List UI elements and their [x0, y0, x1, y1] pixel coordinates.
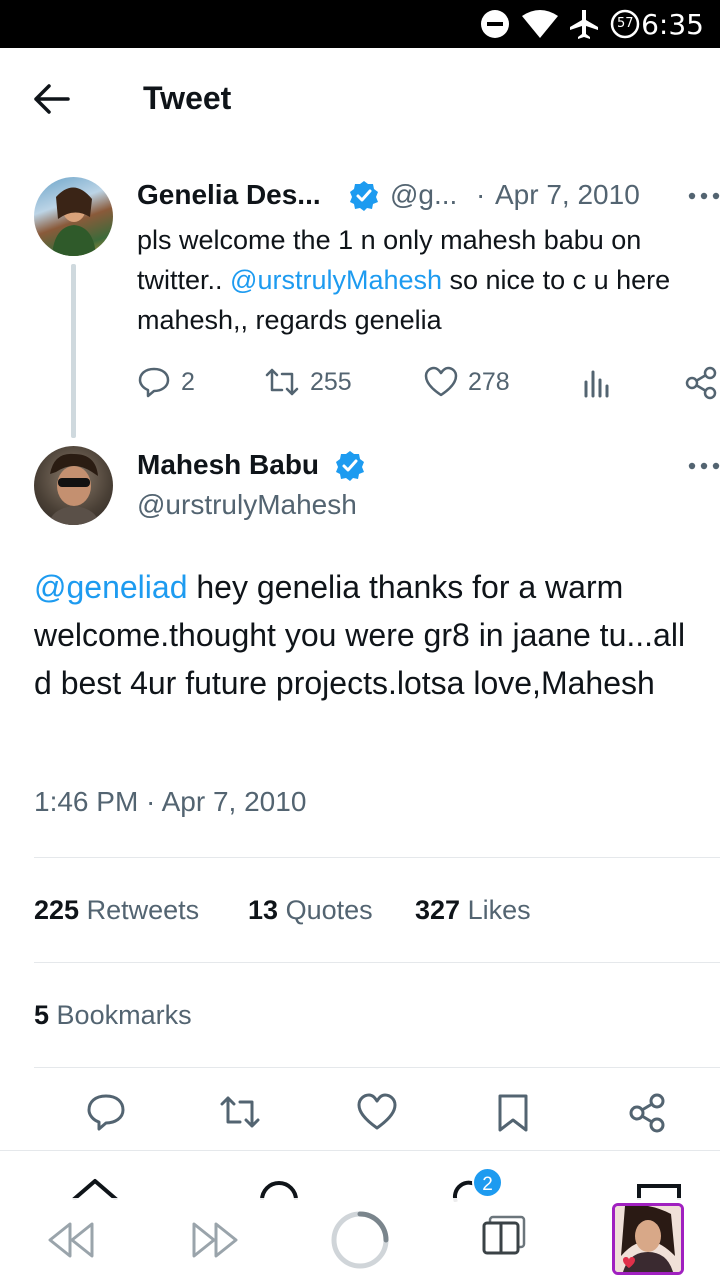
- date-separator: ·: [476, 179, 486, 210]
- fast-forward-icon[interactable]: [190, 1220, 240, 1260]
- loading-spinner-icon[interactable]: [330, 1210, 390, 1270]
- retweets-label: Retweets: [86, 895, 200, 925]
- page-title: Tweet: [143, 80, 232, 116]
- retweet-action[interactable]: 255: [264, 366, 352, 398]
- divider: [34, 962, 720, 963]
- heart-icon[interactable]: [357, 1093, 397, 1131]
- back-arrow-icon[interactable]: [32, 82, 72, 116]
- divider: [34, 1067, 720, 1068]
- avatar-mahesh[interactable]: [34, 446, 113, 525]
- share-icon[interactable]: [628, 1093, 666, 1133]
- mention-link[interactable]: @geneliad: [34, 569, 187, 605]
- bookmarks-count: 5: [34, 1000, 50, 1030]
- status-bar: 57 6:35: [0, 0, 720, 48]
- do-not-disturb-icon: [481, 10, 509, 38]
- main-author-name[interactable]: Mahesh Babu: [137, 449, 319, 481]
- parent-author-name[interactable]: Genelia Des...: [137, 179, 321, 211]
- top-bar: Tweet: [0, 48, 720, 150]
- reply-icon: [138, 367, 170, 398]
- status-time: 6:35: [641, 8, 704, 41]
- rewind-icon[interactable]: [46, 1220, 96, 1260]
- parent-tweet-text: pls welcome the 1 n only mahesh babu on …: [137, 220, 707, 340]
- reply-count: 2: [181, 367, 195, 396]
- bookmark-icon[interactable]: [496, 1093, 530, 1133]
- reply-icon[interactable]: [86, 1093, 126, 1131]
- more-options-icon[interactable]: [688, 462, 720, 470]
- bookmarks-label: Bookmarks: [56, 1000, 192, 1030]
- like-count: 278: [468, 367, 510, 396]
- airplane-mode-icon: [570, 10, 598, 39]
- tabs-switcher-icon[interactable]: [480, 1214, 528, 1256]
- likes-label: Likes: [467, 895, 531, 925]
- notifications-badge: 2: [472, 1167, 503, 1198]
- mention-link[interactable]: @urstrulyMahesh: [230, 265, 442, 295]
- like-action[interactable]: 278: [424, 366, 510, 398]
- avatar-genelia[interactable]: [34, 177, 113, 256]
- retweets-count: 225: [34, 895, 80, 925]
- verified-badge-icon: [336, 451, 364, 481]
- wifi-icon: [522, 10, 558, 38]
- bookmarks-stat[interactable]: 5 Bookmarks: [34, 1000, 192, 1031]
- main-tweet-text: @geneliad hey genelia thanks for a warm …: [34, 563, 694, 707]
- profile-thumbnail[interactable]: [612, 1203, 684, 1275]
- parent-tweet-date[interactable]: Apr 7, 2010: [495, 179, 640, 211]
- retweet-icon[interactable]: [218, 1093, 262, 1131]
- share-icon[interactable]: [684, 366, 718, 400]
- views-analytics-icon[interactable]: [582, 368, 612, 398]
- main-author-handle[interactable]: @urstrulyMahesh: [137, 489, 357, 521]
- verified-badge-icon: [350, 181, 378, 211]
- bottom-nav-divider: [0, 1150, 720, 1151]
- quotes-count: 13: [248, 895, 279, 925]
- tweet-timestamp[interactable]: 1:46 PM · Apr 7, 2010: [34, 786, 306, 818]
- divider: [34, 857, 720, 858]
- quotes-label: Quotes: [285, 895, 373, 925]
- quotes-stat[interactable]: 13 Quotes: [248, 895, 373, 926]
- parent-author-handle[interactable]: @g...: [390, 179, 457, 211]
- thread-connector-line: [71, 264, 76, 438]
- retweet-count: 255: [310, 367, 352, 396]
- heart-icon: [424, 366, 458, 397]
- likes-count: 327: [415, 895, 461, 925]
- battery-level: 57: [617, 16, 634, 31]
- reply-action[interactable]: 2: [137, 366, 195, 398]
- retweet-icon: [265, 368, 299, 396]
- retweets-stat[interactable]: 225 Retweets: [34, 895, 199, 926]
- more-options-icon[interactable]: [688, 192, 720, 200]
- home-icon[interactable]: [70, 1176, 120, 1200]
- likes-stat[interactable]: 327 Likes: [415, 895, 531, 926]
